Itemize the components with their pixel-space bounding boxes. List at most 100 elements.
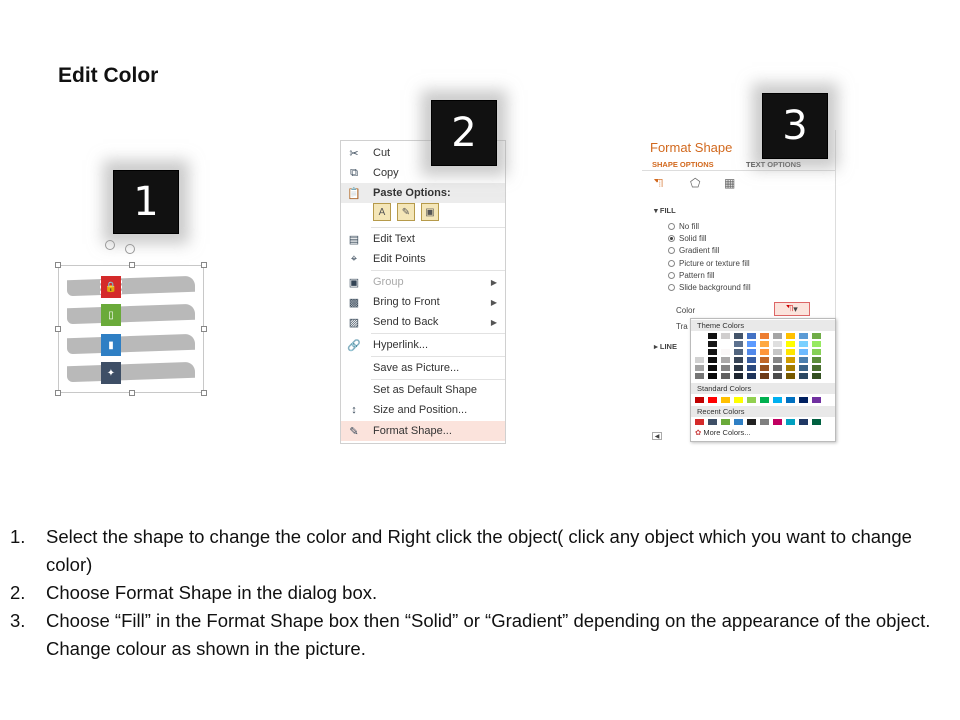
color-swatch[interactable] (747, 419, 756, 425)
color-swatch[interactable] (721, 349, 730, 355)
color-swatch[interactable] (695, 397, 704, 403)
color-swatch[interactable] (799, 357, 808, 363)
more-colors-item[interactable]: ✿ More Colors... (695, 428, 751, 437)
rotate-handle-icon[interactable] (105, 240, 115, 250)
color-swatch[interactable] (799, 341, 808, 347)
color-swatch[interactable] (760, 419, 769, 425)
resize-handle[interactable] (129, 262, 135, 268)
color-swatch[interactable] (695, 341, 704, 347)
effects-icon[interactable]: ⬠ (690, 176, 700, 190)
color-swatch[interactable] (708, 365, 717, 371)
color-swatch[interactable] (708, 341, 717, 347)
color-swatch[interactable] (760, 357, 769, 363)
color-swatch[interactable] (812, 357, 821, 363)
color-swatch[interactable] (812, 341, 821, 347)
color-swatch[interactable] (721, 333, 730, 339)
color-swatch[interactable] (721, 397, 730, 403)
option-gradient-fill[interactable]: Gradient fill (668, 246, 719, 255)
menu-item-copy[interactable]: ⧉ Copy (341, 163, 505, 183)
color-swatch[interactable] (721, 373, 730, 379)
paste-picture-icon[interactable]: ▣ (421, 203, 439, 221)
red-tag-lock-icon[interactable]: 🔒 (100, 275, 122, 299)
color-swatch[interactable] (812, 365, 821, 371)
color-swatch[interactable] (747, 357, 756, 363)
fill-section-header[interactable]: ▾ FILL (654, 206, 676, 215)
color-swatch[interactable] (708, 357, 717, 363)
color-swatch[interactable] (734, 341, 743, 347)
option-no-fill[interactable]: No fill (668, 222, 699, 231)
color-swatch[interactable] (786, 419, 795, 425)
color-swatch[interactable] (695, 419, 704, 425)
resize-handle[interactable] (55, 390, 61, 396)
tab-text-options[interactable]: TEXT OPTIONS (746, 160, 801, 169)
banner-stripe[interactable] (67, 303, 195, 325)
color-swatch[interactable] (799, 397, 808, 403)
color-swatch[interactable] (786, 341, 795, 347)
color-swatch[interactable] (812, 397, 821, 403)
color-swatch[interactable] (708, 349, 717, 355)
resize-handle[interactable] (55, 326, 61, 332)
color-swatch[interactable] (734, 397, 743, 403)
color-swatch[interactable] (734, 357, 743, 363)
color-swatch[interactable] (760, 397, 769, 403)
blue-tag-battery-icon[interactable]: ▮ (101, 334, 121, 356)
green-tag-phone-icon[interactable]: ▯ (101, 304, 121, 326)
color-swatch[interactable] (786, 349, 795, 355)
color-swatch[interactable] (734, 419, 743, 425)
color-swatch[interactable] (773, 397, 782, 403)
color-swatch[interactable] (734, 333, 743, 339)
color-swatch[interactable] (708, 397, 717, 403)
color-swatch[interactable] (721, 341, 730, 347)
color-swatch[interactable] (734, 365, 743, 371)
resize-handle[interactable] (201, 326, 207, 332)
color-swatch[interactable] (747, 349, 756, 355)
color-swatch[interactable] (773, 373, 782, 379)
selected-shape-group[interactable]: 🔒 ▯ ▮ ✦ (55, 240, 207, 396)
color-swatch[interactable] (695, 349, 704, 355)
menu-item-set-default-shape[interactable]: Set as Default Shape (341, 380, 505, 400)
menu-item-hyperlink[interactable]: 🔗 Hyperlink... (341, 335, 505, 355)
tab-shape-options[interactable]: SHAPE OPTIONS (652, 160, 714, 169)
color-swatch[interactable] (695, 373, 704, 379)
color-swatch[interactable] (708, 373, 717, 379)
color-swatch[interactable] (786, 365, 795, 371)
option-picture-fill[interactable]: Picture or texture fill (668, 259, 750, 268)
banner-stripe[interactable] (67, 361, 195, 383)
banner-stripe[interactable] (67, 275, 195, 297)
color-swatch[interactable] (708, 333, 717, 339)
menu-item-edit-points[interactable]: ⌖ Edit Points (341, 249, 505, 269)
rotate-handle-icon[interactable] (125, 244, 135, 254)
color-swatch[interactable] (799, 419, 808, 425)
menu-item-size-and-position[interactable]: ↕ Size and Position... (341, 400, 505, 420)
color-swatch[interactable] (747, 365, 756, 371)
color-swatch[interactable] (760, 349, 769, 355)
color-swatch[interactable] (760, 341, 769, 347)
scroll-left-icon[interactable]: ◀ (652, 432, 662, 440)
color-swatch[interactable] (786, 333, 795, 339)
color-swatch[interactable] (695, 357, 704, 363)
slate-tag-network-icon[interactable]: ✦ (101, 362, 121, 384)
menu-item-group[interactable]: ▣ Group ▶ (341, 272, 505, 292)
color-swatch[interactable] (708, 419, 717, 425)
color-swatch[interactable] (695, 333, 704, 339)
color-swatch[interactable] (812, 333, 821, 339)
color-swatch[interactable] (799, 349, 808, 355)
color-swatch[interactable] (773, 419, 782, 425)
color-swatch[interactable] (773, 357, 782, 363)
line-section-header[interactable]: ▸ LINE (654, 342, 677, 351)
color-swatch[interactable] (773, 349, 782, 355)
option-pattern-fill[interactable]: Pattern fill (668, 271, 715, 280)
color-swatch[interactable] (747, 333, 756, 339)
color-swatch[interactable] (786, 357, 795, 363)
resize-handle[interactable] (129, 390, 135, 396)
color-swatch[interactable] (812, 419, 821, 425)
menu-item-edit-text[interactable]: ▤ Edit Text (341, 229, 505, 249)
size-properties-icon[interactable]: ▦ (724, 176, 735, 190)
color-swatch[interactable] (747, 341, 756, 347)
color-swatch[interactable] (799, 365, 808, 371)
color-swatch[interactable] (760, 373, 769, 379)
color-swatch[interactable] (747, 373, 756, 379)
color-swatch[interactable] (773, 341, 782, 347)
color-swatch[interactable] (721, 365, 730, 371)
color-swatch[interactable] (773, 333, 782, 339)
